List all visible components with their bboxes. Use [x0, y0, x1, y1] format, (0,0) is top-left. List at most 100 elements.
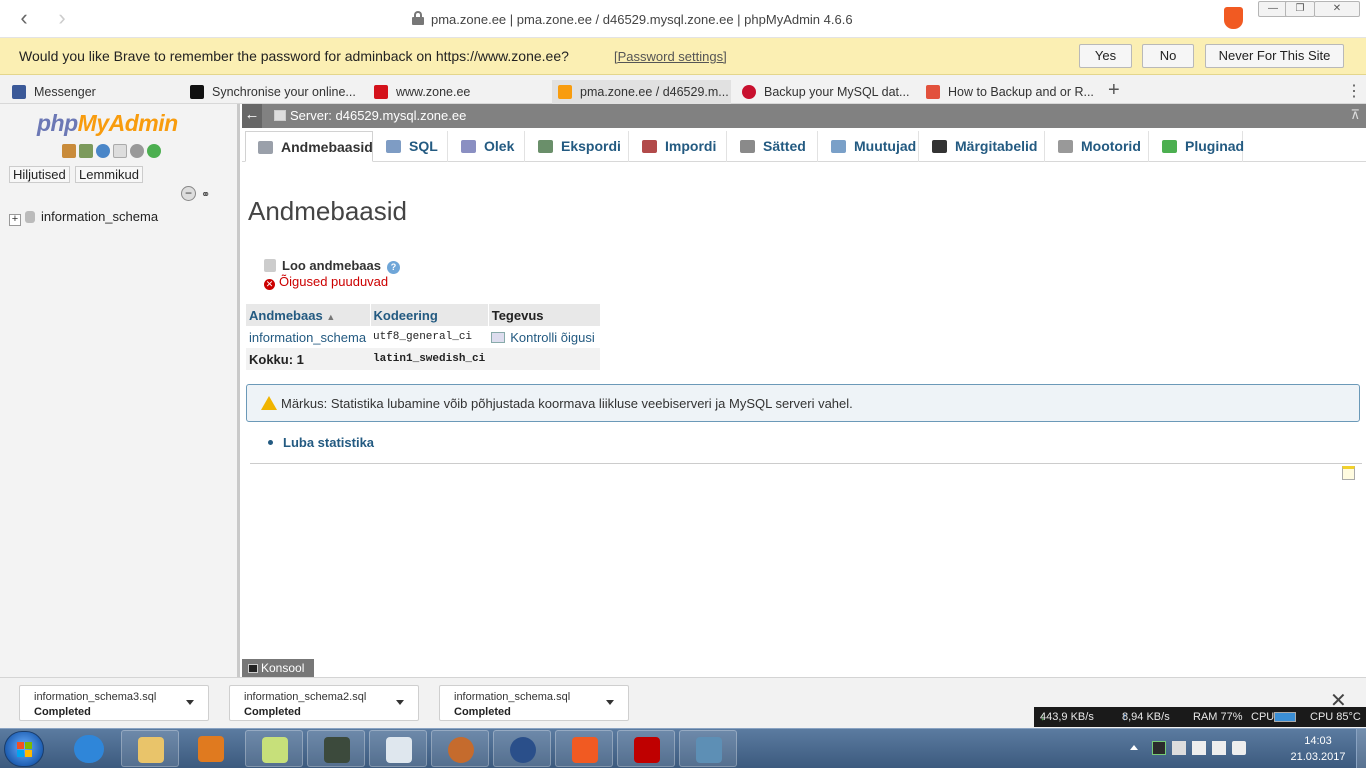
help-icon[interactable]: [96, 144, 110, 158]
cpu-graph: [1274, 712, 1296, 722]
show-desktop-button[interactable]: [1356, 729, 1366, 768]
phpmyadmin-logo[interactable]: phpMyAdmin: [37, 110, 178, 137]
database-name-cell[interactable]: information_schema: [246, 326, 370, 348]
download-filename: information_schema2.sql: [244, 691, 367, 703]
import-icon: [642, 140, 657, 153]
tab-synchronise[interactable]: Synchronise your online...: [190, 80, 360, 104]
close-window-button[interactable]: ✕: [1314, 1, 1360, 17]
collapse-all-icon[interactable]: −: [181, 186, 196, 201]
yes-button[interactable]: Yes: [1079, 44, 1132, 68]
tab-label: Pluginad: [1185, 138, 1245, 154]
check-privileges-link[interactable]: Kontrolli õigusi: [510, 330, 595, 345]
tab-label: Märgitabelid: [955, 138, 1038, 154]
tab-ekspordi[interactable]: Ekspordi: [526, 131, 629, 162]
expand-icon[interactable]: +: [9, 214, 21, 226]
tab-pluginad[interactable]: Pluginad: [1150, 131, 1245, 162]
password-settings-link[interactable]: [Password settings]: [614, 49, 727, 64]
sql-icon: [386, 140, 401, 153]
media-player-icon[interactable]: [198, 736, 224, 762]
tab-margitabelid[interactable]: Märgitabelid: [920, 131, 1045, 162]
taskbar-browser[interactable]: [493, 730, 551, 767]
internet-explorer-icon[interactable]: [74, 735, 104, 763]
no-button[interactable]: No: [1142, 44, 1194, 68]
collation-cell: utf8_general_ci: [370, 326, 489, 348]
tab-zone[interactable]: www.zone.ee: [374, 80, 544, 104]
database-link[interactable]: information_schema: [249, 330, 366, 345]
reload-icon[interactable]: [147, 144, 161, 158]
home-icon[interactable]: [62, 144, 76, 158]
network-icon[interactable]: [1172, 740, 1186, 755]
tab-olek[interactable]: Olek: [449, 131, 525, 162]
help-icon[interactable]: ?: [386, 261, 400, 274]
enable-statistics-link[interactable]: Luba statistika: [268, 435, 374, 450]
power-icon[interactable]: [1212, 740, 1226, 755]
tab-impordi[interactable]: Impordi: [630, 131, 727, 162]
default-collation: latin1_swedish_ci: [370, 348, 489, 370]
tab-how-to-backup[interactable]: How to Backup and or R...: [926, 80, 1096, 104]
download-menu-icon[interactable]: [606, 700, 614, 705]
forward-icon[interactable]: ›: [50, 6, 74, 30]
tree-item-information-schema[interactable]: + information_schema: [9, 209, 158, 226]
collapse-header-icon[interactable]: ⊼: [1350, 107, 1360, 123]
tab-muutujad[interactable]: Muutujad: [819, 131, 919, 162]
minimize-button[interactable]: —: [1258, 1, 1288, 17]
tree-db-label[interactable]: information_schema: [41, 209, 158, 224]
tab-backup-mysql[interactable]: Backup your MySQL dat...: [742, 80, 910, 104]
never-for-this-site-button[interactable]: Never For This Site: [1205, 44, 1344, 68]
server-breadcrumb[interactable]: Server: d46529.mysql.zone.ee: [274, 108, 466, 123]
new-tab-icon[interactable]: +: [1108, 79, 1120, 102]
column-header-database[interactable]: Andmebaas ▲: [246, 304, 371, 326]
recent-tables-link[interactable]: Hiljutised: [9, 166, 70, 183]
settings-gear-icon[interactable]: [130, 144, 144, 158]
address-bar[interactable]: pma.zone.ee | pma.zone.ee / d46529.mysql…: [431, 12, 853, 27]
taskbar-filezilla[interactable]: [617, 730, 675, 767]
taskbar-brave[interactable]: [555, 730, 613, 767]
flag-icon[interactable]: [1192, 740, 1206, 755]
taskbar-editor[interactable]: [369, 730, 427, 767]
brave-shield-icon[interactable]: [1224, 7, 1243, 29]
logout-icon[interactable]: [79, 144, 93, 158]
browser-menu-icon[interactable]: ⋮: [1346, 81, 1362, 101]
tab-mootorid[interactable]: Mootorid: [1046, 131, 1149, 162]
tab-andmebaasid[interactable]: Andmebaasid: [245, 131, 373, 162]
tray-expand-icon[interactable]: [1130, 745, 1138, 751]
charset-icon: [932, 140, 947, 153]
tab-label: www.zone.ee: [396, 85, 471, 99]
maximize-button[interactable]: ❐: [1285, 1, 1315, 17]
favorite-tables-link[interactable]: Lemmikud: [75, 166, 143, 183]
download-item[interactable]: information_schema3.sql Completed: [19, 685, 209, 721]
back-icon[interactable]: ‹: [12, 6, 36, 30]
docs-icon[interactable]: [113, 144, 127, 158]
notepad-icon: [262, 737, 288, 763]
taskbar-clock[interactable]: 14:03 21.03.2017: [1286, 733, 1350, 765]
enable-statistics-label[interactable]: Luba statistika: [283, 435, 374, 450]
download-speed-value: 443,9 KB/s: [1040, 711, 1094, 723]
tab-sql[interactable]: SQL: [374, 131, 448, 162]
taskbar-explorer[interactable]: [121, 730, 179, 767]
tab-messenger[interactable]: Messenger: [12, 80, 182, 104]
action-cell[interactable]: Kontrolli õigusi: [488, 326, 601, 348]
tab-satted[interactable]: Sätted: [728, 131, 818, 162]
column-header-collation[interactable]: Kodeering: [370, 304, 489, 326]
plugin-icon: [1162, 140, 1177, 153]
start-button[interactable]: [4, 731, 44, 767]
download-menu-icon[interactable]: [186, 700, 194, 705]
tab-phpmyadmin[interactable]: pma.zone.ee / d46529.m...: [552, 80, 731, 104]
download-filename: information_schema.sql: [454, 691, 571, 703]
download-item[interactable]: information_schema.sql Completed: [439, 685, 629, 721]
page-settings-icon[interactable]: [1342, 466, 1355, 480]
taskbar-photos[interactable]: [679, 730, 737, 767]
link-with-main-icon[interactable]: ⚭: [201, 188, 210, 201]
console-icon: [248, 664, 258, 673]
taskbar-notepad[interactable]: [245, 730, 303, 767]
windows-taskbar: 14:03 21.03.2017: [0, 728, 1366, 768]
volume-icon[interactable]: [1232, 740, 1246, 755]
download-item[interactable]: information_schema2.sql Completed: [229, 685, 419, 721]
taskbar-firewall[interactable]: [431, 730, 489, 767]
tray-app-icon[interactable]: [1152, 740, 1166, 755]
console-toggle[interactable]: Konsool: [242, 659, 314, 677]
collapse-nav-icon[interactable]: ←: [242, 104, 262, 128]
taskbar-monitor[interactable]: [307, 730, 365, 767]
download-menu-icon[interactable]: [396, 700, 404, 705]
statistics-notice: Märkus: Statistika lubamine võib põhjust…: [246, 384, 1360, 422]
